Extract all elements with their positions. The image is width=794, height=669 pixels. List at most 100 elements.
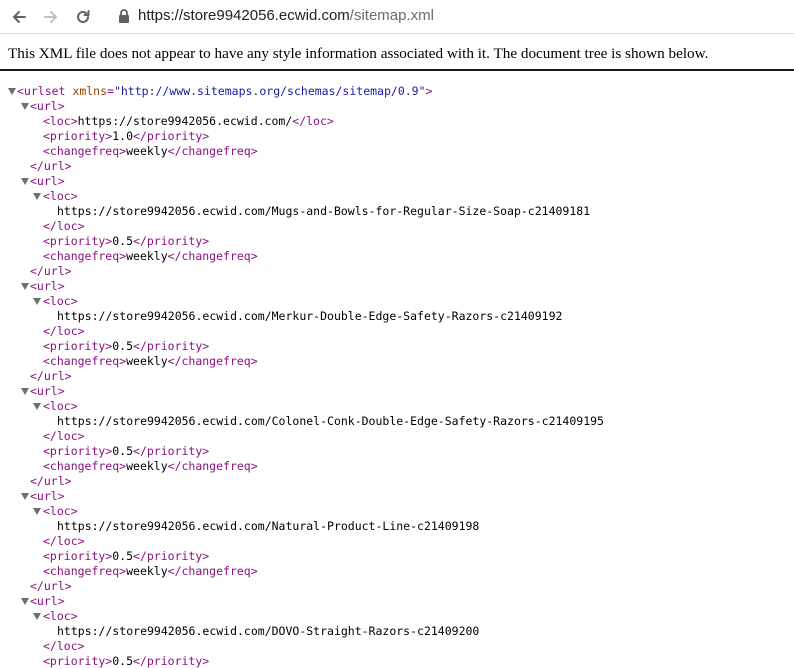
changefreq-close-tag: </changefreq> bbox=[167, 354, 258, 368]
collapse-triangle-icon[interactable] bbox=[33, 298, 41, 305]
url-host: https://store9942056.ecwid.com bbox=[138, 7, 350, 24]
priority-open-tag: <priority> bbox=[43, 339, 113, 353]
url-open-line: <url> bbox=[30, 594, 65, 609]
address-bar-url[interactable]: https://store9942056.ecwid.com/sitemap.x… bbox=[138, 7, 434, 25]
changefreq-line: <changefreq>weekly</changefreq> bbox=[43, 144, 258, 159]
loc-text-line: https://store9942056.ecwid.com/DOVO-Stra… bbox=[57, 624, 479, 639]
loc-text: https://store9942056.ecwid.com/ bbox=[77, 114, 293, 128]
priority-open-tag: <priority> bbox=[43, 129, 113, 143]
url-close-tag: </url> bbox=[30, 159, 72, 173]
url-open-tag: <url> bbox=[30, 174, 65, 188]
url-close-tag: </url> bbox=[30, 579, 72, 593]
changefreq-text: weekly bbox=[126, 144, 168, 158]
collapse-triangle-icon[interactable] bbox=[33, 508, 41, 515]
collapse-triangle-icon[interactable] bbox=[21, 598, 29, 605]
url-open-line: <url> bbox=[30, 489, 65, 504]
priority-text: 0.5 bbox=[112, 549, 134, 563]
url-open-tag: <url> bbox=[30, 384, 65, 398]
url-open-line: <url> bbox=[30, 174, 65, 189]
urlset-open-tag-end: > bbox=[425, 84, 433, 98]
changefreq-open-tag: <changefreq> bbox=[43, 249, 127, 263]
priority-text: 0.5 bbox=[112, 234, 134, 248]
loc-close-tag: </loc> bbox=[43, 534, 85, 548]
changefreq-text: weekly bbox=[126, 459, 168, 473]
collapse-triangle-icon[interactable] bbox=[21, 388, 29, 395]
loc-close-line: </loc> bbox=[43, 324, 85, 339]
priority-open-tag: <priority> bbox=[43, 654, 113, 668]
collapse-triangle-icon[interactable] bbox=[33, 193, 41, 200]
url-close-tag: </url> bbox=[30, 264, 72, 278]
collapse-triangle-icon[interactable] bbox=[21, 178, 29, 185]
priority-close-tag: </priority> bbox=[133, 654, 210, 668]
changefreq-close-tag: </changefreq> bbox=[167, 459, 258, 473]
url-close-line: </url> bbox=[30, 159, 72, 174]
reload-icon[interactable] bbox=[71, 5, 95, 29]
loc-text-line: https://store9942056.ecwid.com/Mugs-and-… bbox=[57, 204, 590, 219]
changefreq-open-tag: <changefreq> bbox=[43, 564, 127, 578]
priority-close-tag: </priority> bbox=[133, 549, 210, 563]
loc-open-tag: <loc> bbox=[43, 114, 78, 128]
loc-open-tag: <loc> bbox=[43, 189, 78, 203]
changefreq-line: <changefreq>weekly</changefreq> bbox=[43, 459, 258, 474]
priority-line: <priority>0.5</priority> bbox=[43, 549, 209, 564]
loc-open-tag: <loc> bbox=[43, 504, 78, 518]
lock-icon[interactable] bbox=[117, 8, 131, 24]
loc-line: <loc>https://store9942056.ecwid.com/</lo… bbox=[43, 114, 334, 129]
url-close-tag: </url> bbox=[30, 474, 72, 488]
loc-text-line: https://store9942056.ecwid.com/Merkur-Do… bbox=[57, 309, 562, 324]
url-close-line: </url> bbox=[30, 369, 72, 384]
attr-equals: = bbox=[107, 84, 114, 98]
loc-open-tag: <loc> bbox=[43, 609, 78, 623]
priority-close-tag: </priority> bbox=[133, 129, 210, 143]
url-open-tag: <url> bbox=[30, 279, 65, 293]
priority-open-tag: <priority> bbox=[43, 234, 113, 248]
back-arrow-icon[interactable] bbox=[7, 5, 31, 29]
priority-text: 0.5 bbox=[112, 339, 134, 353]
loc-close-line: </loc> bbox=[43, 639, 85, 654]
loc-text: https://store9942056.ecwid.com/Mugs-and-… bbox=[57, 204, 591, 218]
collapse-triangle-icon[interactable] bbox=[21, 283, 29, 290]
collapse-triangle-icon[interactable] bbox=[8, 88, 16, 95]
url-close-tag: </url> bbox=[30, 369, 72, 383]
priority-close-tag: </priority> bbox=[133, 234, 210, 248]
loc-text-line: https://store9942056.ecwid.com/Colonel-C… bbox=[57, 414, 604, 429]
url-open-tag: <url> bbox=[30, 99, 65, 113]
url-path: /sitemap.xml bbox=[349, 7, 434, 24]
xmlns-attr-name: xmlns bbox=[72, 84, 108, 98]
xml-info-message: This XML file does not appear to have an… bbox=[8, 45, 709, 62]
changefreq-text: weekly bbox=[126, 354, 168, 368]
priority-open-tag: <priority> bbox=[43, 549, 113, 563]
browser-toolbar: https://store9942056.ecwid.com/sitemap.x… bbox=[0, 0, 794, 34]
loc-text-line: https://store9942056.ecwid.com/Natural-P… bbox=[57, 519, 479, 534]
url-open-line: <url> bbox=[30, 279, 65, 294]
collapse-triangle-icon[interactable] bbox=[33, 403, 41, 410]
priority-text: 0.5 bbox=[112, 444, 134, 458]
loc-open-tag: <loc> bbox=[43, 399, 78, 413]
loc-text: https://store9942056.ecwid.com/DOVO-Stra… bbox=[57, 624, 480, 638]
priority-open-tag: <priority> bbox=[43, 444, 113, 458]
priority-text: 1.0 bbox=[112, 129, 134, 143]
priority-line: <priority>1.0</priority> bbox=[43, 129, 209, 144]
url-open-tag: <url> bbox=[30, 594, 65, 608]
urlset-open-tag: <urlset bbox=[17, 84, 73, 98]
urlset-line: <urlset xmlns="http://www.sitemaps.org/s… bbox=[17, 84, 432, 99]
priority-close-tag: </priority> bbox=[133, 339, 210, 353]
changefreq-close-tag: </changefreq> bbox=[167, 249, 258, 263]
changefreq-line: <changefreq>weekly</changefreq> bbox=[43, 564, 258, 579]
collapse-triangle-icon[interactable] bbox=[21, 103, 29, 110]
changefreq-line: <changefreq>weekly</changefreq> bbox=[43, 249, 258, 264]
xmlns-attr-value: "http://www.sitemaps.org/schemas/sitemap… bbox=[113, 84, 426, 98]
collapse-triangle-icon[interactable] bbox=[21, 493, 29, 500]
loc-close-tag: </loc> bbox=[43, 219, 85, 233]
changefreq-open-tag: <changefreq> bbox=[43, 144, 127, 158]
loc-close-tag: </loc> bbox=[292, 114, 334, 128]
changefreq-open-tag: <changefreq> bbox=[43, 354, 127, 368]
url-open-tag: <url> bbox=[30, 489, 65, 503]
changefreq-text: weekly bbox=[126, 564, 168, 578]
url-open-line: <url> bbox=[30, 99, 65, 114]
loc-open-line: <loc> bbox=[43, 294, 78, 309]
collapse-triangle-icon[interactable] bbox=[33, 613, 41, 620]
xml-info-banner: This XML file does not appear to have an… bbox=[0, 34, 794, 71]
url-close-line: </url> bbox=[30, 579, 72, 594]
forward-arrow-icon[interactable] bbox=[39, 5, 63, 29]
